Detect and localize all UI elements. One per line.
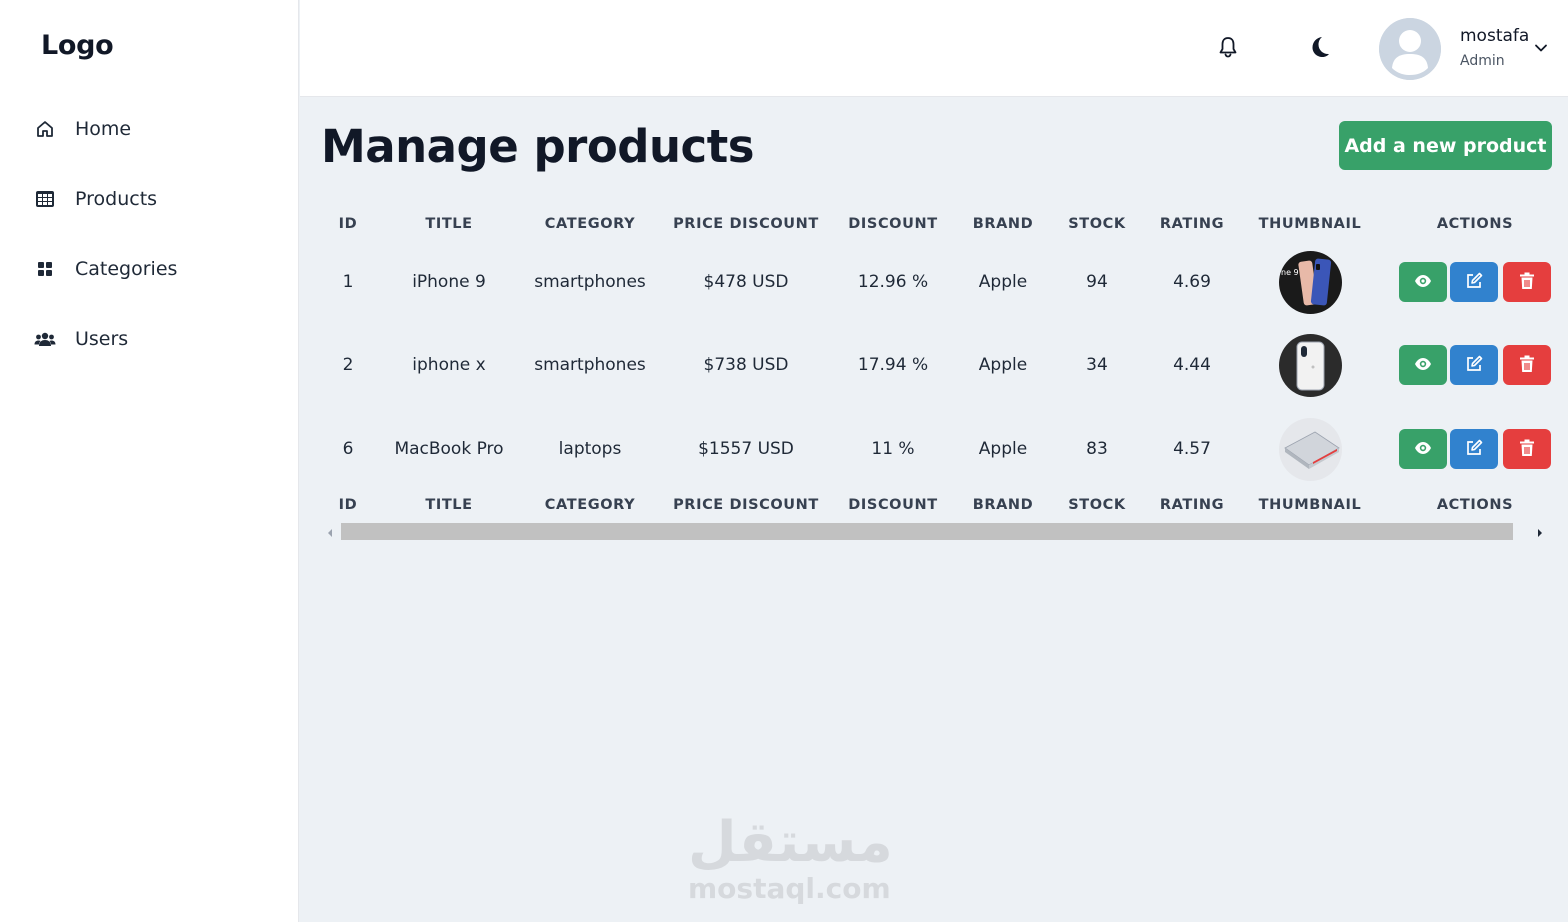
- scroll-right-arrow-icon[interactable]: [1536, 526, 1544, 538]
- edit-button[interactable]: [1450, 345, 1498, 385]
- edit-icon: [1465, 439, 1483, 460]
- column-header-brand: BRAND: [972, 216, 1034, 232]
- bell-icon[interactable]: [1215, 34, 1241, 60]
- cell-title: iphone x: [412, 355, 486, 375]
- column-header-title: TITLE: [425, 216, 473, 232]
- add-product-button[interactable]: Add a new product: [1339, 121, 1552, 170]
- sidebar-item-users[interactable]: Users: [34, 324, 128, 354]
- delete-button[interactable]: [1503, 429, 1551, 469]
- delete-button[interactable]: [1503, 345, 1551, 385]
- macbook-pro-thumbnail: [1279, 418, 1342, 481]
- cell-discount: 11 %: [871, 439, 915, 459]
- cell-brand: Apple: [978, 272, 1028, 292]
- grid-icon: [34, 258, 56, 280]
- sidebar-item-label: Categories: [75, 258, 178, 280]
- column-header-discount: DISCOUNT: [848, 216, 938, 232]
- chevron-down-icon[interactable]: [1533, 40, 1549, 56]
- edit-button[interactable]: [1450, 262, 1498, 302]
- cell-category: smartphones: [534, 355, 646, 375]
- cell-id: 6: [342, 439, 354, 459]
- logo[interactable]: Logo: [41, 30, 114, 61]
- column-footer-brand: BRAND: [972, 497, 1034, 513]
- column-header-id: ID: [338, 216, 358, 232]
- home-icon: [34, 118, 56, 140]
- cell-price: $738 USD: [703, 355, 789, 375]
- column-header-thumbnail: THUMBNAIL: [1258, 216, 1362, 232]
- column-footer-discount: DISCOUNT: [848, 497, 938, 513]
- cell-rating: 4.57: [1173, 439, 1211, 459]
- user-role: Admin: [1460, 53, 1505, 69]
- column-footer-thumbnail: THUMBNAIL: [1258, 497, 1362, 513]
- users-icon: [34, 328, 56, 350]
- eye-icon: [1414, 274, 1432, 291]
- cell-category: laptops: [558, 439, 622, 459]
- scroll-left-arrow-icon[interactable]: [326, 526, 334, 538]
- column-footer-rating: RATING: [1159, 497, 1225, 513]
- cell-stock: 83: [1086, 439, 1108, 459]
- sidebar-item-home[interactable]: Home: [34, 114, 131, 144]
- column-footer-price-discount: PRICE DISCOUNT: [673, 497, 819, 513]
- moon-icon[interactable]: [1307, 35, 1331, 59]
- cell-rating: 4.44: [1173, 355, 1211, 375]
- trash-icon: [1519, 355, 1535, 376]
- trash-icon: [1519, 272, 1535, 293]
- iphone-9-thumbnail: ne 9: [1279, 251, 1342, 314]
- cell-price: $1557 USD: [698, 439, 794, 459]
- view-button[interactable]: [1399, 345, 1447, 385]
- cell-stock: 34: [1086, 355, 1108, 375]
- sidebar-item-categories[interactable]: Categories: [34, 254, 177, 284]
- column-header-rating: RATING: [1159, 216, 1225, 232]
- cell-rating: 4.69: [1173, 272, 1211, 292]
- svg-text:ne 9: ne 9: [1281, 268, 1299, 277]
- view-button[interactable]: [1399, 429, 1447, 469]
- trash-icon: [1519, 439, 1535, 460]
- column-header-category: CATEGORY: [544, 216, 636, 232]
- cell-brand: Apple: [978, 439, 1028, 459]
- sidebar: Logo Home Products Categories Users: [0, 0, 299, 922]
- cell-discount: 12.96 %: [857, 272, 929, 292]
- delete-button[interactable]: [1503, 262, 1551, 302]
- eye-icon: [1414, 357, 1432, 374]
- sidebar-item-label: Products: [75, 188, 158, 210]
- view-button[interactable]: [1399, 262, 1447, 302]
- column-footer-actions: ACTIONS: [1436, 497, 1514, 513]
- cell-title: iPhone 9: [412, 272, 486, 292]
- avatar[interactable]: [1379, 18, 1441, 80]
- page-title: Manage products: [321, 120, 755, 173]
- watermark-arabic: مستقل: [688, 810, 893, 875]
- sidebar-item-label: Home: [75, 118, 132, 140]
- cell-discount: 17.94 %: [857, 355, 929, 375]
- cell-price: $478 USD: [703, 272, 789, 292]
- watermark-latin: mostaql.com: [688, 872, 891, 905]
- iphone-x-thumbnail: [1279, 334, 1342, 397]
- column-footer-title: TITLE: [425, 497, 473, 513]
- cell-brand: Apple: [978, 355, 1028, 375]
- column-header-price-discount: PRICE DISCOUNT: [673, 216, 819, 232]
- cell-category: smartphones: [534, 272, 646, 292]
- column-header-stock: STOCK: [1068, 216, 1126, 232]
- column-footer-stock: STOCK: [1068, 497, 1126, 513]
- cell-stock: 94: [1086, 272, 1108, 292]
- edit-icon: [1465, 355, 1483, 376]
- eye-icon: [1414, 441, 1432, 458]
- column-footer-category: CATEGORY: [544, 497, 636, 513]
- column-footer-id: ID: [338, 497, 358, 513]
- sidebar-item-products[interactable]: Products: [34, 184, 157, 214]
- top-bar: mostafa Admin: [300, 0, 1568, 97]
- user-name[interactable]: mostafa: [1460, 26, 1529, 46]
- cell-id: 1: [342, 272, 354, 292]
- sidebar-item-label: Users: [75, 328, 129, 350]
- scrollbar-thumb[interactable]: [341, 523, 1513, 540]
- column-header-actions: ACTIONS: [1436, 216, 1514, 232]
- cell-title: MacBook Pro: [394, 439, 504, 459]
- watermark: مستقل mostaql.com: [688, 810, 893, 905]
- cell-id: 2: [342, 355, 354, 375]
- table-icon: [34, 188, 56, 210]
- edit-icon: [1465, 272, 1483, 293]
- edit-button[interactable]: [1450, 429, 1498, 469]
